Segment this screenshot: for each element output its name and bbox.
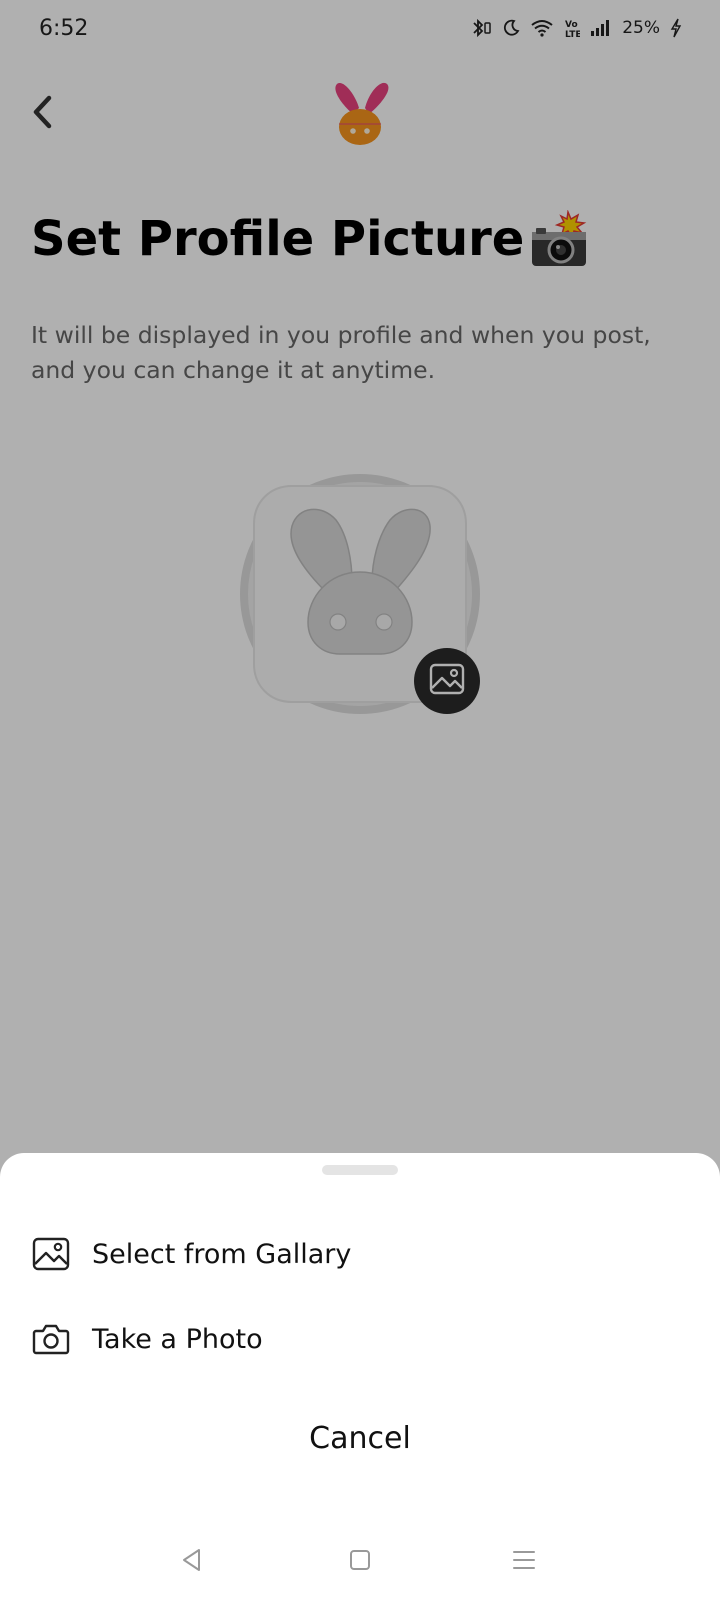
image-icon [32, 1236, 70, 1272]
camera-icon [32, 1321, 70, 1357]
take-photo-button[interactable]: Take a Photo [0, 1304, 720, 1374]
nav-back-button[interactable] [170, 1542, 214, 1582]
home-square-icon [348, 1548, 372, 1576]
cancel-button[interactable]: Cancel [0, 1403, 720, 1473]
system-nav-bar [0, 1530, 720, 1596]
select-from-gallery-label: Select from Gallary [92, 1238, 352, 1270]
take-photo-label: Take a Photo [92, 1323, 263, 1355]
nav-menu-button[interactable] [502, 1542, 546, 1582]
nav-home-button[interactable] [338, 1542, 382, 1582]
back-triangle-icon [179, 1547, 205, 1577]
select-from-gallery-button[interactable]: Select from Gallary [0, 1219, 720, 1289]
sheet-drag-handle[interactable] [322, 1165, 398, 1175]
menu-lines-icon [511, 1548, 537, 1576]
